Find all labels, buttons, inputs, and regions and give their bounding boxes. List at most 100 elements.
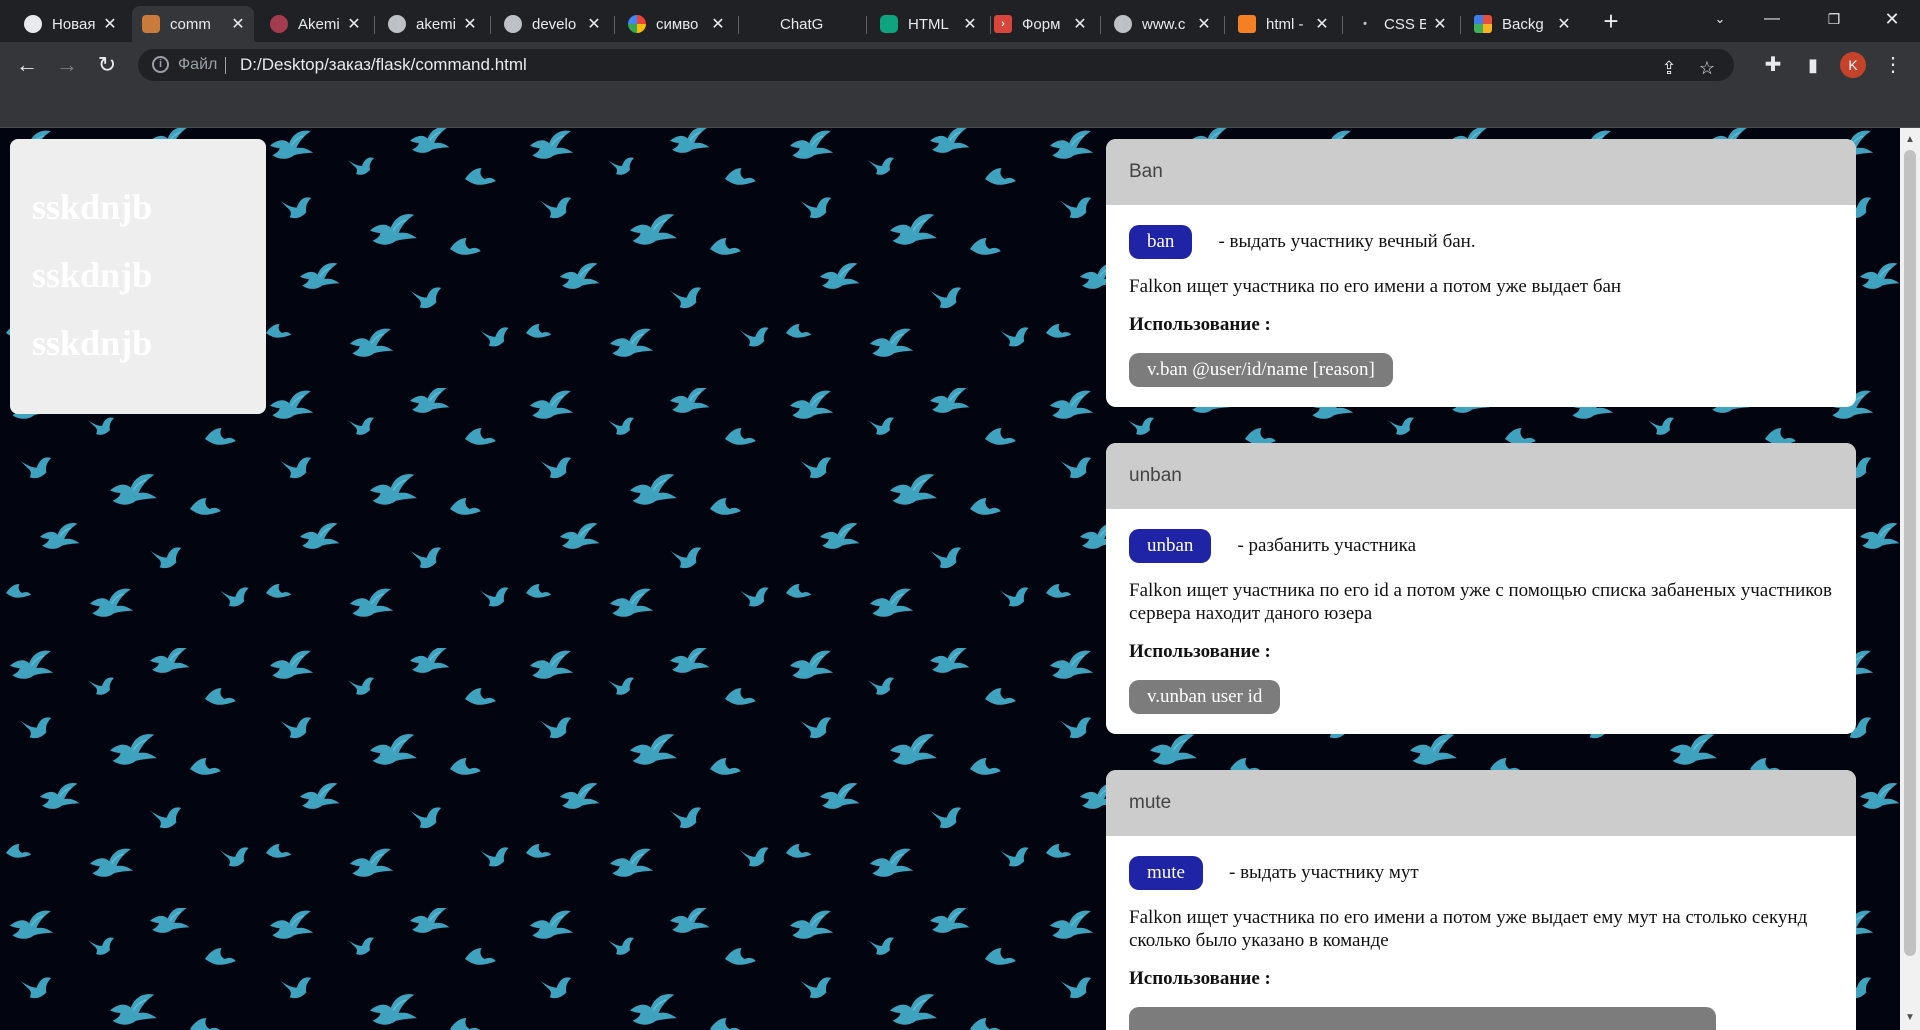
card-header: unban	[1106, 443, 1856, 509]
divider	[225, 57, 226, 74]
command-description: Falkon ищет участника по его id а потом …	[1129, 580, 1833, 624]
tab-separator	[374, 16, 375, 34]
google-icon	[628, 15, 646, 33]
tab-forma[interactable]: › Форм ✕	[984, 6, 1096, 42]
tab-label: www.c	[1142, 15, 1186, 33]
close-icon[interactable]: ✕	[1196, 14, 1212, 34]
tab-separator	[1100, 16, 1101, 34]
tab-label: Новая	[52, 15, 96, 33]
close-icon[interactable]: ✕	[1314, 14, 1330, 34]
tab-label: Форм	[1022, 15, 1061, 33]
tab-www[interactable]: www.c ✕	[1104, 6, 1220, 42]
close-icon[interactable]: ✕	[962, 14, 978, 34]
new-tab-button[interactable]: +	[1596, 6, 1626, 36]
tab-label: html -	[1266, 15, 1304, 33]
tab-label: comm	[170, 15, 211, 33]
command-short-desc: - разбанить участника	[1237, 535, 1417, 556]
command-short-desc: - выдать участнику мут	[1229, 862, 1419, 883]
page-viewport: sskdnjb sskdnjb sskdnjb Ban ban - выдать…	[0, 128, 1900, 1030]
tab-label: akemi	[416, 15, 456, 33]
tab-develo[interactable]: develo ✕	[494, 6, 610, 42]
close-icon[interactable]: ✕	[230, 14, 246, 34]
scrollbar-thumb[interactable]	[1904, 150, 1916, 956]
tab-html-so[interactable]: html - ✕	[1228, 6, 1338, 42]
usage-code	[1129, 1007, 1716, 1030]
card-header: Ban	[1106, 139, 1856, 205]
usage-code: v.ban @user/id/name [reason]	[1129, 353, 1393, 387]
globe-icon	[1114, 15, 1132, 33]
sidebar-panel: sskdnjb sskdnjb sskdnjb	[10, 139, 266, 414]
card-body: ban - выдать участнику вечный бан. Falko…	[1106, 205, 1856, 407]
sidebar-item[interactable]: sskdnjb	[32, 309, 266, 377]
tab-separator	[1224, 16, 1225, 34]
scroll-up-arrow-icon[interactable]: ▲	[1903, 133, 1917, 147]
close-icon[interactable]: ✕	[586, 14, 602, 34]
bookmark-star-icon[interactable]: ☆	[1696, 57, 1718, 79]
tab-strip: Новая ✕ comm ✕ Akemi ✕ akemi ✕ develo ✕ …	[0, 0, 1920, 42]
globe-icon	[388, 15, 406, 33]
restore-button[interactable]: ❐	[1806, 0, 1862, 38]
command-name-badge: ban	[1129, 225, 1193, 259]
usage-label: Использование :	[1129, 641, 1271, 662]
browser-toolbar: ← → ↻ i Файл D:/Desktop/заказ/flask/comm…	[0, 42, 1920, 88]
page-favicon-icon	[142, 15, 160, 33]
stackoverflow-icon	[1238, 15, 1256, 33]
card-body: mute - выдать участнику мут Falkon ищет …	[1106, 836, 1856, 1030]
chatgpt-icon	[880, 15, 898, 33]
tab-akemi-2[interactable]: akemi ✕	[378, 6, 486, 42]
close-icon[interactable]: ✕	[346, 14, 362, 34]
side-panel-icon[interactable]: ▮	[1800, 52, 1826, 78]
menu-icon[interactable]: ⋮	[1880, 52, 1906, 78]
back-button[interactable]: ←	[12, 50, 42, 80]
close-icon[interactable]: ✕	[102, 14, 118, 34]
sidebar-item[interactable]: sskdnjb	[32, 173, 266, 241]
page-favicon-icon	[1474, 15, 1492, 33]
url-text[interactable]: D:/Desktop/заказ/flask/command.html	[240, 55, 527, 75]
close-icon[interactable]: ✕	[710, 14, 726, 34]
tab-separator	[1342, 16, 1343, 34]
tab-chatgpt[interactable]: ChatG	[770, 6, 866, 42]
scheme-label: Файл	[178, 56, 218, 73]
usage-label: Использование :	[1129, 968, 1271, 989]
tab-label: develo	[532, 15, 577, 33]
tab-search-icon[interactable]: ⌄	[1692, 0, 1748, 38]
command-short-desc: - выдать участнику вечный бан.	[1218, 231, 1476, 252]
sidebar-item[interactable]: sskdnjb	[32, 241, 266, 309]
info-icon[interactable]: i	[152, 56, 169, 73]
avatar[interactable]: K	[1840, 52, 1866, 78]
tab-label: HTML	[908, 15, 949, 33]
tab-new[interactable]: Новая ✕	[14, 6, 126, 42]
globe-icon	[504, 15, 522, 33]
tab-label: CSS B	[1384, 15, 1426, 33]
tab-background[interactable]: Backg ✕	[1464, 6, 1580, 42]
tab-separator	[866, 16, 867, 34]
tab-separator	[738, 16, 739, 34]
bookmarks-bar	[0, 88, 1920, 128]
chrome-icon	[24, 15, 42, 33]
command-description: Falkon ищет участника по его имени а пот…	[1129, 276, 1622, 297]
usage-code: v.unban user id	[1129, 680, 1281, 714]
tab-css[interactable]: • CSS B ✕	[1346, 6, 1456, 42]
close-icon[interactable]: ✕	[462, 14, 478, 34]
card-body: unban - разбанить участника Falkon ищет …	[1106, 509, 1856, 734]
close-window-button[interactable]: ✕	[1864, 0, 1920, 38]
extensions-icon[interactable]: ✚	[1760, 52, 1786, 78]
tab-command[interactable]: comm ✕	[132, 6, 254, 42]
share-icon[interactable]: ⇪	[1658, 57, 1680, 79]
command-card-unban: unban unban - разбанить участника Falkon…	[1106, 443, 1856, 734]
tab-label: Backg	[1502, 15, 1544, 33]
command-card-mute: mute mute - выдать участнику мут Falkon …	[1106, 770, 1856, 1030]
tab-akemi[interactable]: Akemi ✕	[260, 6, 370, 42]
forward-button[interactable]: →	[52, 50, 82, 80]
tab-html[interactable]: HTML ✕	[870, 6, 986, 42]
page-favicon-icon	[270, 15, 288, 33]
usage-label: Использование :	[1129, 314, 1271, 335]
tab-google[interactable]: симво ✕	[618, 6, 734, 42]
close-icon[interactable]: ✕	[1072, 14, 1088, 34]
close-icon[interactable]: ✕	[1432, 14, 1448, 34]
close-icon[interactable]: ✕	[1556, 14, 1572, 34]
scroll-down-arrow-icon[interactable]: ▼	[1903, 1011, 1917, 1025]
reload-button[interactable]: ↻	[92, 50, 122, 80]
address-bar[interactable]: i Файл D:/Desktop/заказ/flask/command.ht…	[138, 49, 1734, 81]
minimize-button[interactable]: —	[1744, 0, 1800, 38]
